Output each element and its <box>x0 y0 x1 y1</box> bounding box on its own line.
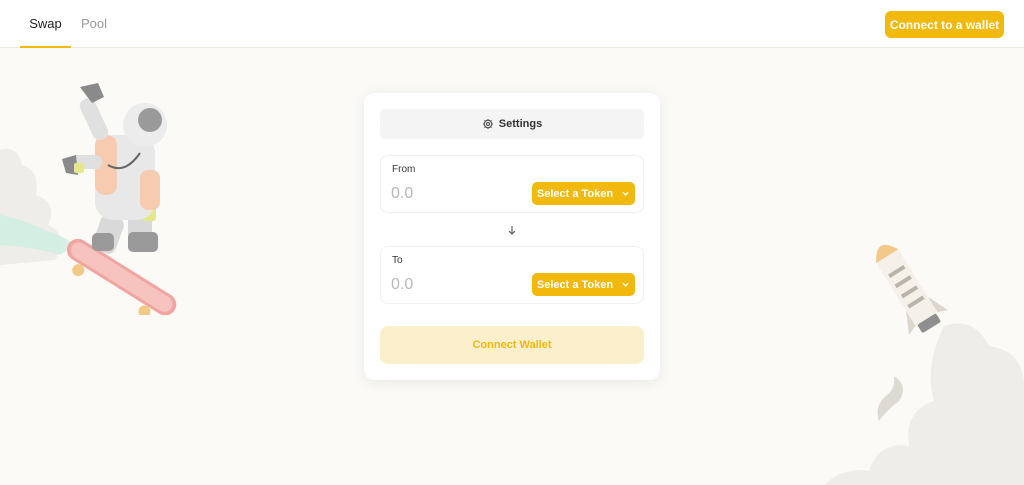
top-nav: Swap Pool Connect to a wallet <box>0 0 1024 48</box>
from-panel: From Select a Token <box>380 155 644 213</box>
swap-card: Settings From Select a Token To Select a… <box>364 93 660 380</box>
to-label: To <box>392 255 403 266</box>
connect-wallet-button[interactable]: Connect Wallet <box>380 326 644 364</box>
to-panel: To Select a Token <box>380 246 644 304</box>
tab-pool[interactable]: Pool <box>81 0 107 48</box>
astronaut-skateboard-illustration <box>0 83 177 315</box>
to-select-token-button[interactable]: Select a Token <box>532 273 635 296</box>
to-select-token-label: Select a Token <box>536 278 614 291</box>
settings-label: Settings <box>498 118 543 130</box>
chevron-down-icon <box>621 280 630 289</box>
arrow-down-icon[interactable] <box>505 223 519 237</box>
from-amount-input[interactable] <box>391 183 521 205</box>
tab-swap[interactable]: Swap <box>20 0 71 48</box>
chevron-down-icon <box>621 189 630 198</box>
settings-button[interactable]: Settings <box>380 109 644 139</box>
from-select-token-button[interactable]: Select a Token <box>532 182 635 205</box>
connect-to-wallet-button[interactable]: Connect to a wallet <box>885 11 1004 38</box>
from-label: From <box>392 164 416 175</box>
gear-icon <box>482 118 494 130</box>
from-select-token-label: Select a Token <box>536 187 614 200</box>
to-amount-input[interactable] <box>391 274 521 296</box>
rocket-illustration <box>824 244 1024 485</box>
